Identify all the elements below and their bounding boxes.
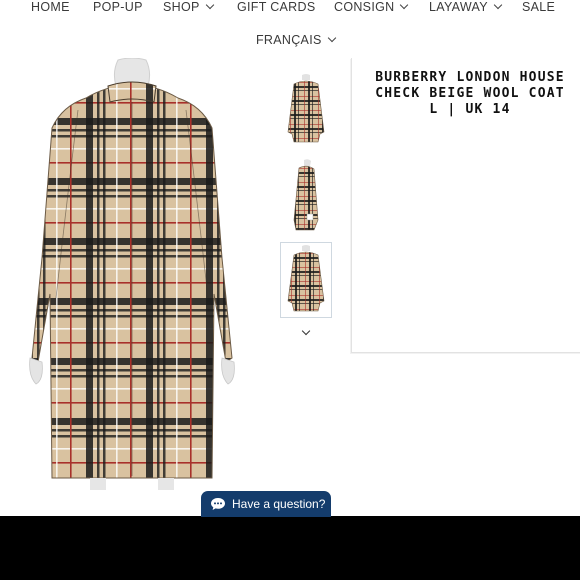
nav-home-label: HOME <box>31 0 70 14</box>
nav-pop-up[interactable]: POP-UP <box>93 0 143 14</box>
nav-shop-label: SHOP <box>163 0 200 14</box>
nav-pop-up-label: POP-UP <box>93 0 143 14</box>
nav-sale[interactable]: SALE <box>522 0 555 14</box>
nav-sale-label: SALE <box>522 0 556 14</box>
chevron-down-icon <box>205 0 214 10</box>
nav-home[interactable]: HOME <box>31 0 70 14</box>
thumbnail-3[interactable] <box>280 242 332 318</box>
nav-gift-cards[interactable]: GIFT CARDS <box>237 0 315 14</box>
thumbnail-1-image <box>287 74 325 143</box>
thumbnail-3-image <box>287 245 325 312</box>
bottom-bar <box>0 516 580 580</box>
chat-button[interactable]: Have a question? <box>201 491 331 517</box>
language-label: FRANÇAIS <box>256 33 322 47</box>
chevron-down-icon <box>327 33 336 43</box>
product-title: BURBERRY LONDON HOUSE CHECK BEIGE WOOL C… <box>375 70 565 117</box>
nav-shop[interactable]: SHOP <box>163 0 214 14</box>
thumbnail-1[interactable] <box>280 72 332 148</box>
nav-consign-label: CONSIGN <box>334 0 395 14</box>
thumbnail-next-button[interactable] <box>300 326 314 340</box>
nav-layaway-label: LAYAWAY <box>429 0 488 14</box>
nav-layaway[interactable]: LAYAWAY <box>429 0 503 14</box>
nav-consign[interactable]: CONSIGN <box>334 0 409 14</box>
chevron-down-icon <box>400 0 409 10</box>
language-selector[interactable]: FRANÇAIS <box>256 33 336 47</box>
chat-bubble-icon <box>211 498 225 510</box>
nav-gift-cards-label: GIFT CARDS <box>237 0 316 14</box>
product-main-image[interactable] <box>26 58 238 490</box>
top-navigation: HOME POP-UP SHOP GIFT CARDS CONSIGN LAYA… <box>0 0 580 20</box>
chat-button-label: Have a question? <box>232 497 326 511</box>
thumbnail-2-image <box>293 159 319 231</box>
thumbnail-2[interactable] <box>280 158 332 234</box>
chevron-down-icon <box>301 326 311 336</box>
chevron-down-icon <box>493 0 503 10</box>
